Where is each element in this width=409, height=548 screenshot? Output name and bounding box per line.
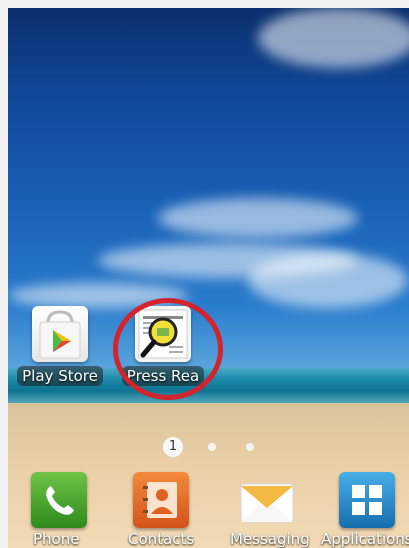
- contacts-icon: [133, 472, 189, 528]
- press-reader-label: Press Rea: [121, 366, 205, 386]
- contacts-label: Contacts: [128, 530, 195, 548]
- cloud: [158, 198, 358, 238]
- play-store-icon: [32, 306, 88, 362]
- cloud: [8, 283, 188, 308]
- page-dot[interactable]: [246, 443, 254, 451]
- messaging-app[interactable]: [238, 472, 296, 528]
- press-reader-icon: [135, 306, 191, 362]
- messaging-icon: [239, 472, 295, 528]
- phone-label: Phone: [33, 530, 80, 548]
- applications-icon: [339, 472, 395, 528]
- cloud: [248, 253, 408, 308]
- play-store-label: Play Store: [17, 366, 103, 386]
- contacts-app[interactable]: [132, 472, 190, 528]
- home-screen: Play Store Press Rea 1 Phone Contacts Me…: [8, 8, 409, 548]
- messaging-label: Messaging: [230, 530, 310, 548]
- cloud: [258, 8, 409, 68]
- applications-label: Applications: [321, 530, 409, 548]
- phone-icon: [31, 472, 87, 528]
- current-page-indicator[interactable]: 1: [163, 437, 183, 457]
- press-reader-app[interactable]: Press Rea: [113, 306, 213, 386]
- applications-app[interactable]: [338, 472, 396, 528]
- page-dot[interactable]: [208, 443, 216, 451]
- page-indicator[interactable]: 1: [8, 436, 409, 458]
- phone-app[interactable]: [30, 472, 88, 528]
- play-store-app[interactable]: Play Store: [10, 306, 110, 386]
